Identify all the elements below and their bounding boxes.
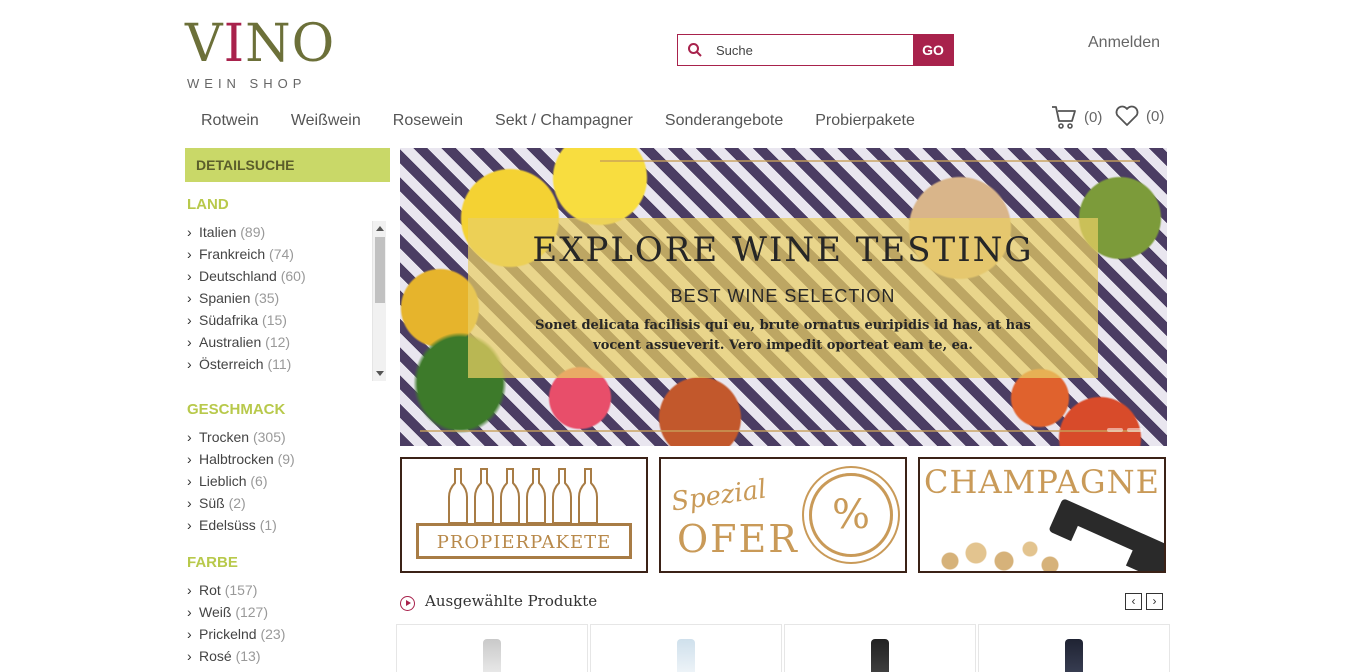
filter-item-suedafrika[interactable]: Südafrika (15): [185, 309, 388, 331]
product-card[interactable]: [978, 624, 1170, 672]
carousel-next-button[interactable]: ›: [1146, 593, 1163, 610]
land-scrollbar[interactable]: [372, 221, 386, 381]
search-input[interactable]: [716, 35, 911, 65]
product-card[interactable]: [784, 624, 976, 672]
hero-frame-line: [600, 160, 1140, 162]
nav-item-rotwein[interactable]: Rotwein: [201, 110, 259, 134]
logo-wordmark: VINO: [185, 14, 336, 74]
hero-slider[interactable]: EXPLORE WINE TESTING BEST WINE SELECTION…: [400, 148, 1167, 446]
wishlist-button[interactable]: (0): [1114, 104, 1164, 128]
product-card[interactable]: [396, 624, 588, 672]
login-link[interactable]: Anmelden: [1088, 34, 1160, 52]
bottle-icon: [526, 468, 546, 524]
detailsuche-header: DETAILSUCHE: [185, 148, 390, 182]
filter-item-rose[interactable]: Rosé (13): [185, 645, 390, 667]
nav-item-rosewein[interactable]: Rosewein: [393, 110, 463, 134]
heart-icon: [1115, 105, 1139, 126]
filter-item-rot[interactable]: Rot (157): [185, 579, 390, 601]
hero-frame-line: [420, 430, 1140, 432]
bottle-icon: [474, 468, 494, 524]
banner-probier-text: PROPIERPAKETE: [436, 532, 612, 553]
banner-probierpakete[interactable]: PROPIERPAKETE: [400, 457, 648, 573]
filter-title-farbe: FARBE: [187, 554, 238, 571]
bottle-icon: [448, 468, 468, 524]
filter-title-land: LAND: [187, 196, 229, 213]
filter-item-lieblich[interactable]: Lieblich (6): [185, 470, 390, 492]
scrollbar-thumb[interactable]: [375, 237, 385, 303]
slider-dot[interactable]: [1107, 428, 1123, 432]
cart-icon: [1052, 106, 1076, 129]
percent-symbol: %: [831, 492, 870, 538]
nav-item-weisswein[interactable]: Weißwein: [291, 110, 361, 134]
nav-item-sonderangebote[interactable]: Sonderangebote: [665, 110, 783, 134]
logo-subtitle: WEIN SHOP: [187, 76, 307, 91]
play-circle-icon: [400, 596, 415, 611]
hero-subtitle: BEST WINE SELECTION: [670, 286, 896, 306]
banner-champagne[interactable]: CHAMPAGNE: [918, 457, 1166, 573]
banner-spezial-offer[interactable]: Spezial OFER %: [659, 457, 907, 573]
bottle-icon: [578, 468, 598, 524]
bottle-icon: [552, 468, 572, 524]
land-scroll-list: Italien (89) Frankreich (74) Deutschland…: [185, 221, 388, 381]
filter-item-edelsuess[interactable]: Edelsüss (1): [185, 514, 390, 536]
product-image: [677, 639, 695, 672]
scroll-up-arrow-icon[interactable]: [376, 226, 384, 231]
filter-item-suess[interactable]: Süß (2): [185, 492, 390, 514]
search-bar: GO: [677, 34, 954, 66]
filter-item-oesterreich[interactable]: Österreich (11): [185, 353, 388, 375]
product-image: [1065, 639, 1083, 672]
nav-item-probierpakete[interactable]: Probierpakete: [815, 110, 915, 134]
slider-dot[interactable]: [1127, 428, 1143, 432]
bottle-icon: [500, 468, 520, 524]
filter-item-halbtrocken[interactable]: Halbtrocken (9): [185, 448, 390, 470]
cart-button[interactable]: (0): [1050, 104, 1102, 130]
filter-item-prickelnd[interactable]: Prickelnd (23): [185, 623, 390, 645]
nav-item-sekt-champagner[interactable]: Sekt / Champagner: [495, 110, 633, 134]
scroll-down-arrow-icon[interactable]: [376, 371, 384, 376]
search-icon: [688, 43, 702, 57]
filter-item-weiss[interactable]: Weiß (127): [185, 601, 390, 623]
product-image: [483, 639, 501, 672]
filter-item-frankreich[interactable]: Frankreich (74): [185, 243, 388, 265]
hero-caption-box: EXPLORE WINE TESTING BEST WINE SELECTION…: [468, 218, 1098, 378]
bubbles-decoration: [940, 531, 1060, 571]
filter-item-australien[interactable]: Australien (12): [185, 331, 388, 353]
product-image: [871, 639, 889, 672]
filter-item-deutschland[interactable]: Deutschland (60): [185, 265, 388, 287]
banner-spezial-text: Spezial: [669, 474, 769, 518]
cart-count: (0): [1084, 108, 1103, 126]
hero-text: Sonet delicata facilisis qui eu, brute o…: [535, 318, 1031, 353]
logo[interactable]: VINO WEIN SHOP: [185, 14, 335, 94]
filter-sidebar: DETAILSUCHE LAND Italien (89) Frankreich…: [185, 148, 390, 667]
search-go-button[interactable]: GO: [913, 35, 953, 65]
banner-ofer-text: OFER: [677, 517, 799, 561]
carousel-prev-button[interactable]: ‹: [1125, 593, 1142, 610]
slider-dots: [1103, 428, 1143, 432]
product-card[interactable]: [590, 624, 782, 672]
featured-products-title: Ausgewählte Produkte: [425, 592, 598, 610]
banner-champagne-text: CHAMPAGNE: [924, 463, 1160, 501]
filter-title-geschmack: GESCHMACK: [187, 401, 286, 418]
wishlist-count: (0): [1146, 107, 1165, 125]
filter-item-trocken[interactable]: Trocken (305): [185, 426, 390, 448]
bottles-illustration: [446, 467, 602, 525]
probier-ribbon: PROPIERPAKETE: [416, 523, 632, 559]
percent-seal-icon: %: [809, 473, 893, 557]
hero-title: EXPLORE WINE TESTING: [532, 230, 1034, 270]
filter-item-italien[interactable]: Italien (89): [185, 221, 388, 243]
main-nav: Rotwein Weißwein Rosewein Sekt / Champag…: [185, 110, 931, 134]
filter-item-spanien[interactable]: Spanien (35): [185, 287, 388, 309]
